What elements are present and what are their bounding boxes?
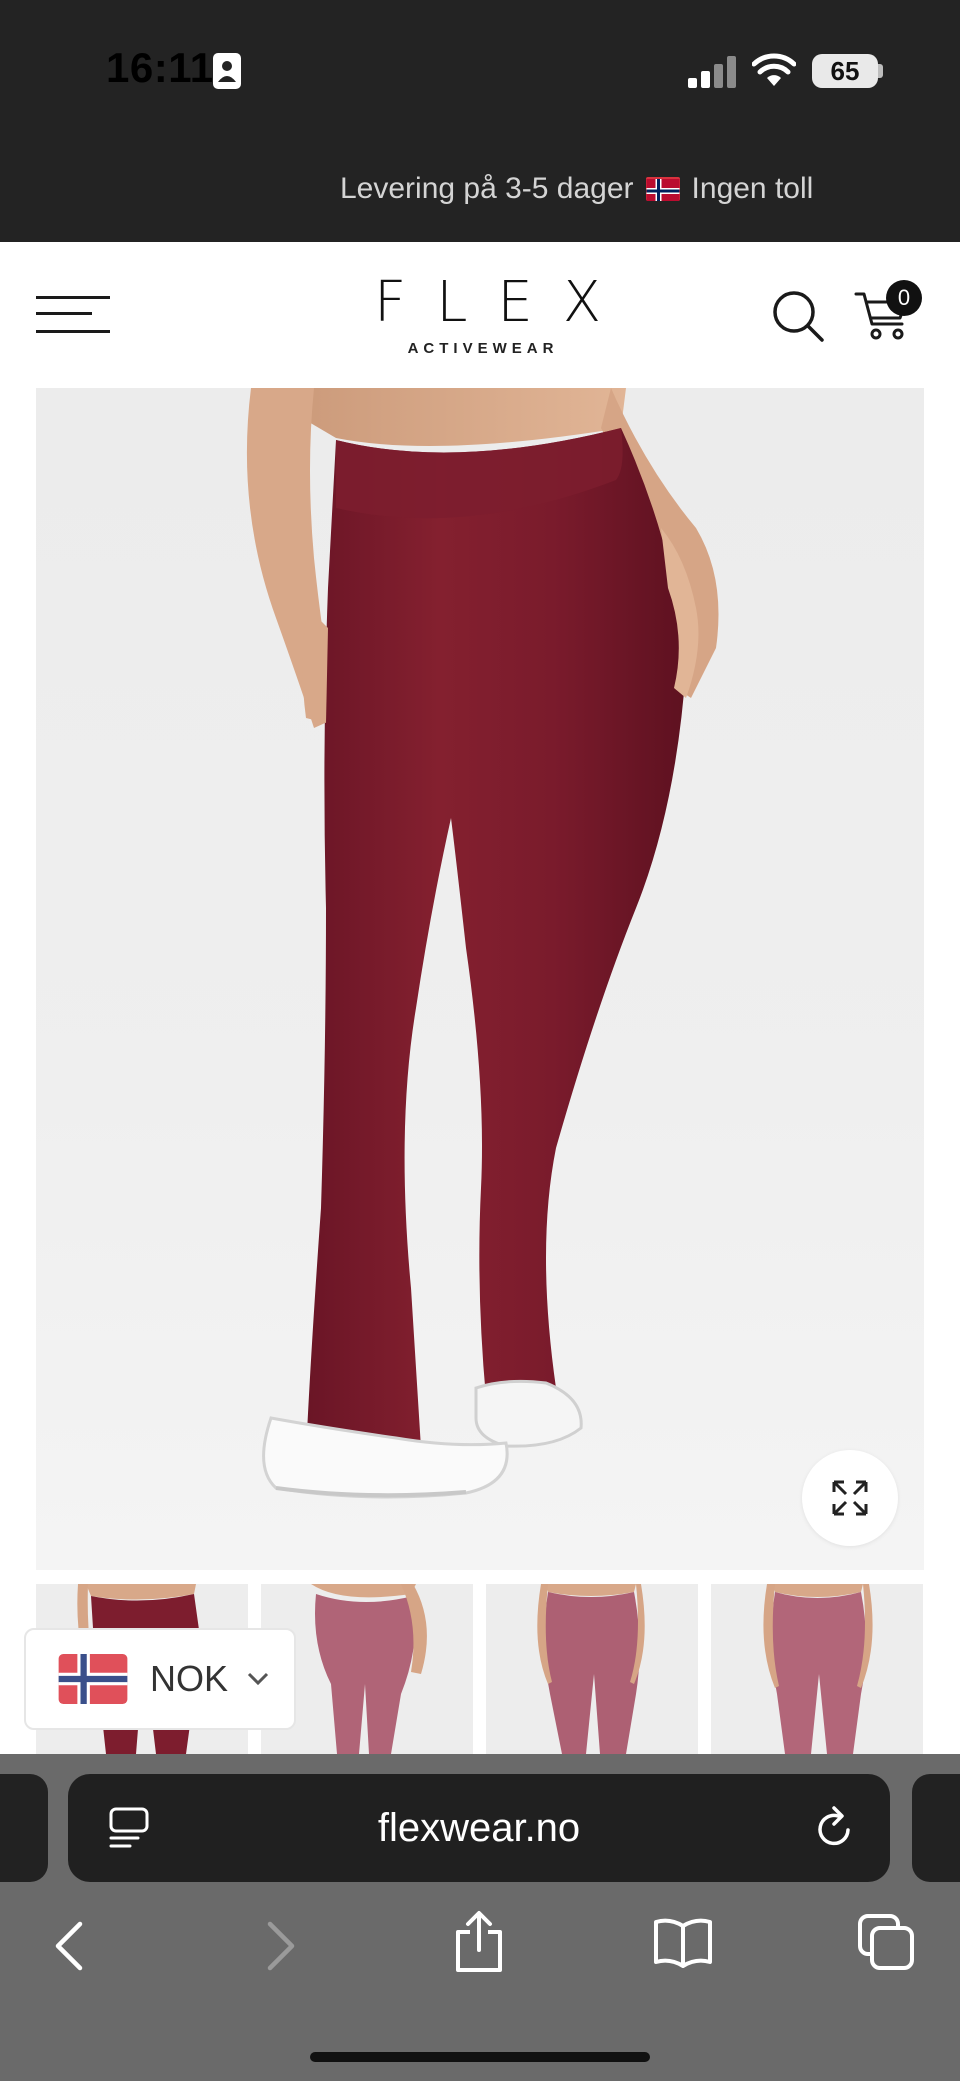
announcement-text: Levering på 3-5 dager Ingen toll [0, 172, 960, 206]
id-card-icon [213, 53, 241, 89]
next-tab-preview[interactable] [912, 1774, 960, 1882]
forward-arrow-icon[interactable] [262, 1920, 298, 1972]
norway-flag-icon [645, 177, 680, 201]
flared-leggings-photo [246, 388, 719, 1499]
share-icon[interactable] [452, 1910, 506, 1974]
currency-label: NOK [150, 1658, 229, 1699]
announcement-main: Levering på 3-5 dager [340, 172, 634, 205]
product-image[interactable] [36, 388, 924, 1570]
back-arrow-icon[interactable] [52, 1920, 88, 1972]
thumbnail-back-view-3[interactable] [711, 1584, 923, 1754]
logo-subtitle: ACTIVEWEAR [407, 340, 559, 357]
cart-count-badge: 0 [886, 280, 922, 316]
thumbnail-back-view-2[interactable] [486, 1584, 698, 1754]
status-time: 16:11 [106, 44, 214, 91]
currency-selector[interactable]: NOK [24, 1628, 296, 1730]
menu-icon[interactable] [36, 294, 110, 336]
norway-flag-icon [58, 1654, 128, 1704]
bookmarks-icon[interactable] [652, 1916, 714, 1968]
battery-tip [878, 64, 883, 78]
previous-tab-preview[interactable] [0, 1774, 48, 1882]
chevron-down-icon [247, 1672, 269, 1686]
announcement-suffix: Ingen toll [691, 172, 814, 205]
expand-image-button[interactable] [802, 1450, 898, 1546]
expand-icon [832, 1480, 868, 1516]
url-text[interactable]: flexwear.no [68, 1806, 890, 1851]
search-icon[interactable] [770, 288, 826, 344]
tabs-icon[interactable] [856, 1912, 916, 1972]
battery-indicator: 65 [812, 54, 878, 88]
wifi-icon [752, 53, 796, 86]
home-indicator[interactable] [310, 2052, 650, 2062]
signal-icon [688, 56, 736, 88]
logo[interactable]: FLEX [350, 270, 610, 335]
reload-icon[interactable] [814, 1804, 858, 1852]
